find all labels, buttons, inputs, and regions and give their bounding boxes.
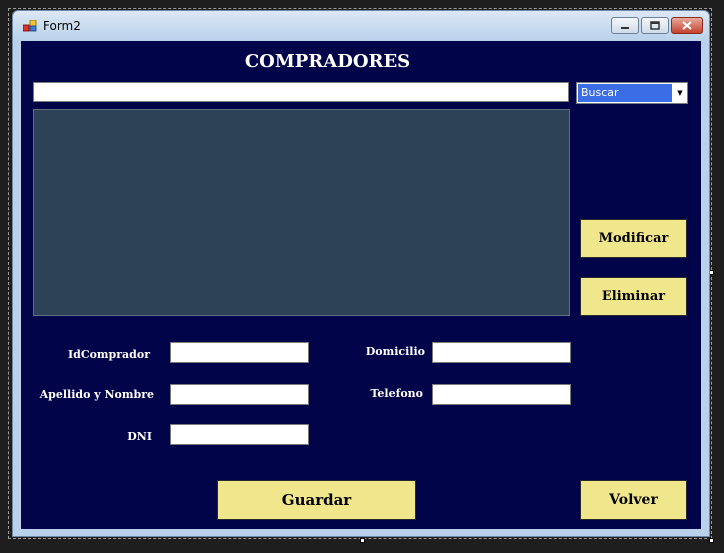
resize-handle-corner[interactable] (709, 538, 714, 543)
domicilio-label: Domicilio (365, 345, 425, 358)
form-window: Form2 COMPRADORES Buscar ▼ Modificar Eli… (12, 10, 710, 537)
close-button[interactable] (671, 17, 703, 34)
modificar-button[interactable]: Modificar (580, 219, 687, 258)
idcomprador-label: IdComprador (67, 348, 150, 361)
eliminar-button[interactable]: Eliminar (580, 277, 687, 316)
telefono-label: Telefono (370, 387, 423, 400)
maximize-icon (650, 21, 660, 30)
resize-handle-bottom[interactable] (360, 538, 365, 543)
title-bar[interactable]: Form2 (13, 11, 709, 41)
volver-button[interactable]: Volver (580, 480, 687, 520)
form-client-area: COMPRADORES Buscar ▼ Modificar Eliminar … (21, 41, 701, 529)
apellido-nombre-label: Apellido y Nombre (39, 388, 154, 401)
search-input[interactable] (33, 82, 569, 102)
maximize-button[interactable] (641, 17, 669, 34)
page-title: COMPRADORES (244, 51, 411, 72)
dropdown-arrow-icon[interactable]: ▼ (673, 83, 687, 103)
dni-field[interactable] (170, 424, 309, 445)
caption-buttons (611, 17, 703, 34)
window-title: Form2 (43, 19, 81, 33)
close-icon (682, 21, 692, 30)
app-icon (23, 20, 37, 32)
search-combo-value: Buscar (578, 84, 672, 102)
minimize-button[interactable] (611, 17, 639, 34)
guardar-button[interactable]: Guardar (217, 480, 416, 520)
idcomprador-field[interactable] (170, 342, 309, 363)
designer-surface: Form2 COMPRADORES Buscar ▼ Modificar Eli… (0, 0, 724, 553)
telefono-field[interactable] (432, 384, 571, 405)
apellido-nombre-field[interactable] (170, 384, 309, 405)
minimize-icon (621, 26, 629, 29)
domicilio-field[interactable] (432, 342, 571, 363)
data-grid[interactable] (33, 109, 570, 316)
search-combo[interactable]: Buscar ▼ (576, 82, 688, 104)
dni-label: DNI (127, 430, 152, 443)
